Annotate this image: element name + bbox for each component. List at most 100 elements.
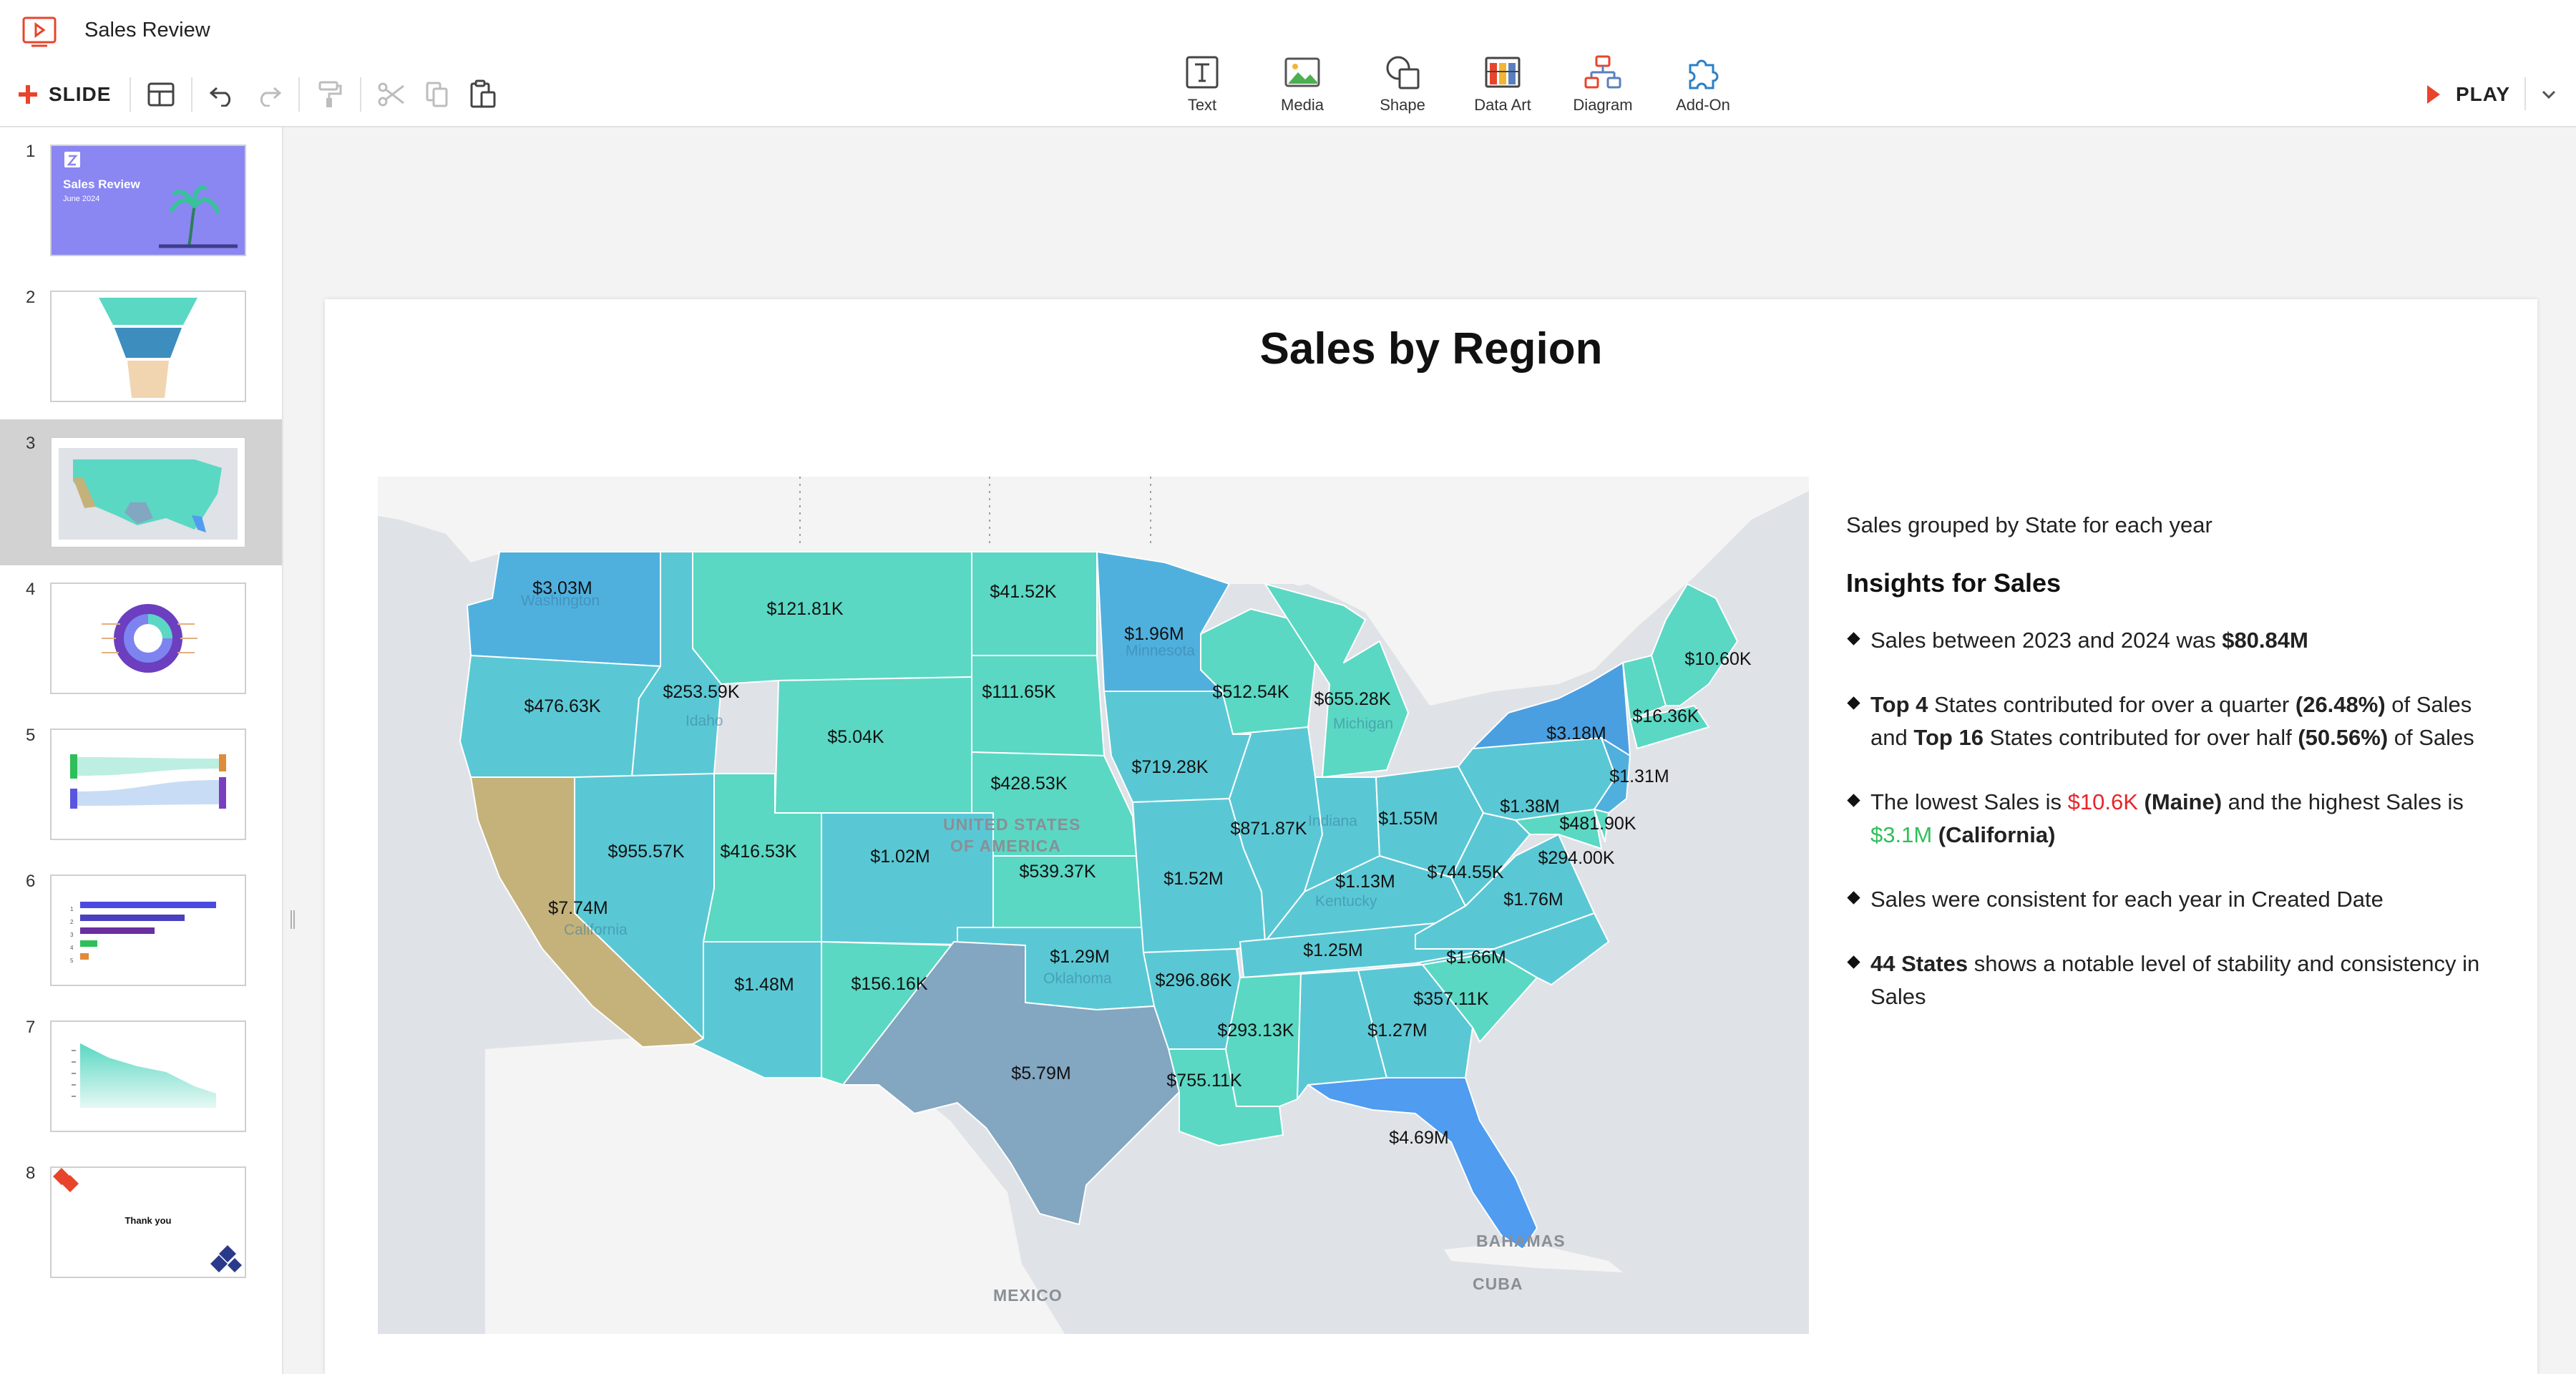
value-label-ND: $41.52K [990,582,1056,602]
thumbnail-number: 6 [26,872,36,891]
add-slide-label: SLIDE [49,83,112,105]
thumbnail-row-8[interactable]: 8 Thank you [0,1149,282,1295]
value-label-NE: $428.53K [990,774,1067,794]
thumbnail-6-row-number: 2 [70,919,74,925]
state-name-IN: Indiana [1308,813,1357,829]
sales-map[interactable]: Washington Idaho California Minnesota Mi… [378,477,1809,1334]
highest-sales-value: $3.1M [1870,822,1933,847]
value-label-SD: $111.65K [982,682,1056,702]
paste-icon [470,79,496,108]
insert-diagram-button[interactable]: Diagram [1553,53,1653,114]
value-label-AZ: $1.48M [734,975,794,995]
value-label-NY: $3.18M [1546,723,1606,744]
value-label-UT: $416.53K [720,842,796,862]
insert-data-art-button[interactable]: Data Art [1453,53,1553,114]
add-on-icon [1689,59,1719,89]
thumbnail-number: 5 [26,726,36,745]
copy-button[interactable] [414,74,460,114]
toolbar-separator [130,77,132,112]
insert-text-label: Text [1187,96,1217,114]
thumbnail-row-3[interactable]: 3 [0,419,282,565]
panel-resize-handle[interactable] [289,909,296,930]
insight-2: Top 4 States contributed for over a quar… [1846,688,2490,754]
thumbnail-row-5[interactable]: 5 [0,711,282,857]
play-options-button[interactable] [2533,79,2565,110]
label-cuba: CUBA [1473,1275,1523,1293]
insight-highlight: 44 States [1870,951,1968,976]
state-OR [459,655,661,778]
state-name-CA: California [564,922,628,938]
slide-thumbnail-3[interactable] [50,437,246,548]
toolbar-separator [191,77,193,112]
slide-thumbnail-5[interactable] [50,729,246,840]
value-label-CA: $7.74M [548,898,608,918]
thumbnail-8-title: Thank you [125,1215,172,1226]
redo-icon [260,87,282,107]
thumbnail-number: 7 [26,1018,36,1037]
state-name-MI: Michigan [1333,716,1393,732]
add-slide-button[interactable]: SLIDE [14,74,122,114]
insight-highlight: (26.48%) [2295,692,2386,717]
value-label-NV: $955.57K [608,842,684,862]
slide-canvas[interactable]: Sales by Region Washington Idaho Califor… [325,299,2537,1374]
play-icon [2427,85,2440,104]
thumbnail-6-row-number: 3 [70,932,74,938]
value-label-MT: $121.81K [766,599,843,619]
value-label-CO: $1.02M [870,847,930,867]
cut-button[interactable] [369,74,414,114]
value-label-WA: $3.03M [532,578,592,598]
insights-panel[interactable]: Sales grouped by State for each year Ins… [1846,512,2490,1013]
thumbnail-row-2[interactable]: 2 [0,273,282,419]
redo-button[interactable] [245,74,291,114]
insight-highlight: Top 16 [1913,725,1984,750]
toolbar-separator [298,77,301,112]
insert-data-art-label: Data Art [1474,96,1531,114]
value-label-PA: $481.90K [1559,814,1636,834]
insight-text: The lowest Sales is [1870,789,2068,814]
chevron-down-icon [2542,90,2556,99]
value-label-TX: $5.79M [1011,1063,1070,1083]
layout-button[interactable] [138,74,184,114]
value-label-NH: $16.36K [1632,706,1699,726]
insight-1: Sales between 2023 and 2024 was $80.84M [1846,624,2490,657]
insert-add-on-label: Add-On [1676,96,1730,114]
value-label-AR: $296.86K [1155,970,1231,990]
slide-thumbnail-2[interactable] [50,291,246,402]
value-label-MO: $1.52M [1163,869,1223,889]
insert-shape-button[interactable]: Shape [1352,53,1453,114]
app-title: Sales Review [84,19,210,42]
insight-5: 44 States shows a notable level of stabi… [1846,947,2490,1013]
undo-button[interactable] [200,74,245,114]
thumbnail-6-row-number: 1 [70,906,74,912]
value-label-ID: $253.59K [663,682,739,702]
state-name-OK: Oklahoma [1043,970,1112,987]
slide-thumbnail-6[interactable]: 1 2 3 4 5 [50,874,246,986]
thumbnail-6-row-number: 5 [70,958,74,964]
slide-thumbnail-7[interactable] [50,1020,246,1132]
bar-list-thumbnail [80,902,216,960]
slide-title[interactable]: Sales by Region [325,323,2537,374]
paste-button[interactable] [460,74,506,114]
thumbnail-row-7[interactable]: 7 [0,1003,282,1149]
insert-add-on-button[interactable]: Add-On [1653,53,1753,114]
insert-text-button[interactable]: Text [1152,53,1252,114]
area-chart-thumbnail [72,1043,216,1108]
data-art-icon [1485,57,1521,88]
undo-icon [210,87,231,107]
value-label-IA: $719.28K [1131,757,1208,777]
insert-media-button[interactable]: Media [1252,53,1352,114]
thumbnail-row-4[interactable]: 4 [0,565,282,711]
lowest-sales-value: $10.6K [2067,789,2138,814]
slide-thumbnail-1[interactable]: Sales Review June 2024 [50,145,246,256]
label-usa-line1: UNITED STATES [943,815,1080,834]
slide-thumbnail-4[interactable] [50,583,246,694]
thumbnail-row-1[interactable]: 1 Sales Review June 2024 [0,127,282,273]
thumbnail-row-6[interactable]: 6 1 2 3 4 5 [0,857,282,1003]
value-label-KS: $539.37K [1019,862,1096,882]
play-label: PLAY [2456,83,2511,105]
format-painter-button[interactable] [307,74,353,114]
value-label-IL: $871.87K [1230,819,1307,839]
play-button[interactable]: PLAY [2426,74,2510,114]
insert-diagram-label: Diagram [1573,96,1633,114]
slide-thumbnail-8[interactable]: Thank you [50,1166,246,1278]
